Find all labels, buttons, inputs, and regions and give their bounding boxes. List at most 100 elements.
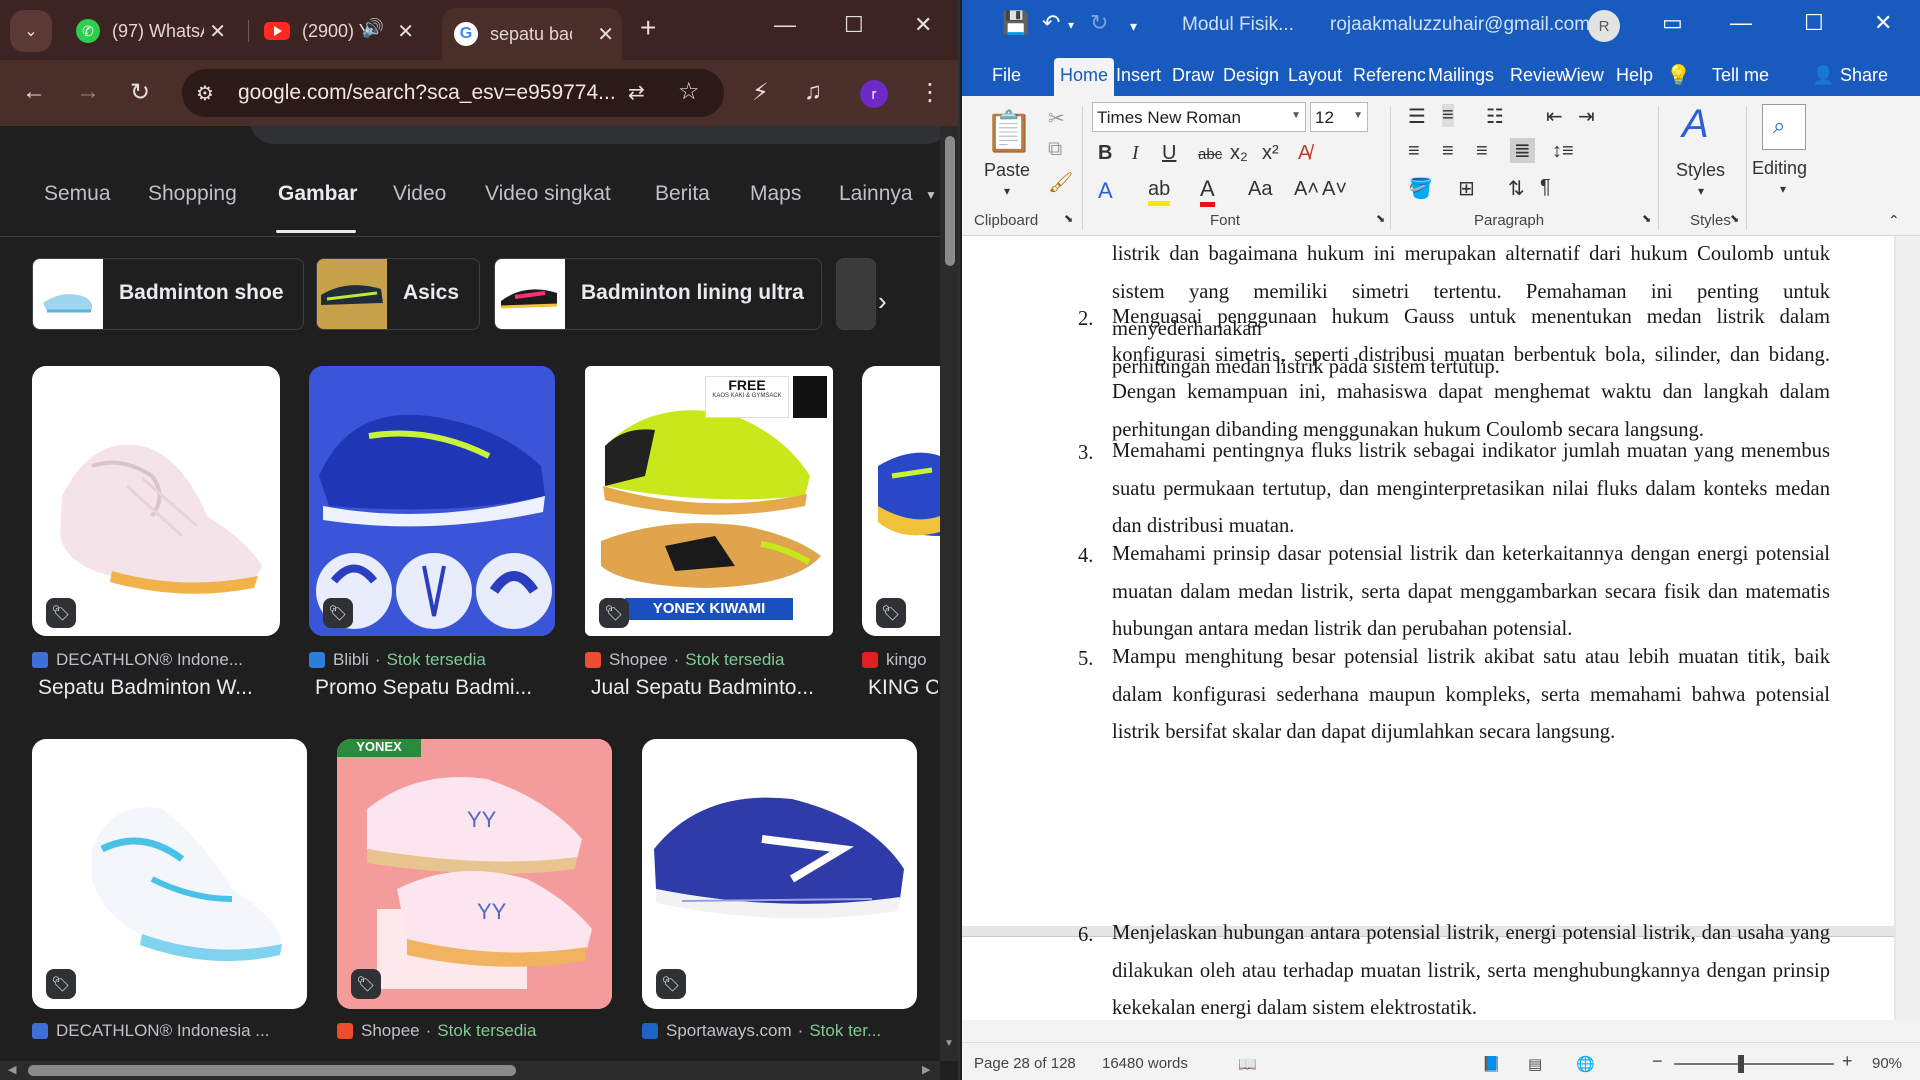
redo-icon[interactable]: ↻ [1090, 10, 1108, 36]
result-image[interactable] [309, 366, 555, 636]
zoom-out-button[interactable]: − [1652, 1051, 1663, 1072]
lightbulb-icon[interactable]: 💡 [1666, 63, 1691, 88]
scrollbar-thumb[interactable] [945, 136, 955, 266]
scroll-right-icon[interactable]: ▶ [922, 1063, 930, 1076]
zoom-level[interactable]: 90% [1872, 1055, 1902, 1072]
tab-mailings[interactable]: Mailings [1428, 65, 1494, 86]
search-nav-item[interactable]: Semua [44, 182, 111, 206]
chevron-right-icon[interactable]: › [878, 286, 887, 317]
scroll-left-icon[interactable]: ◀ [8, 1063, 16, 1076]
search-nav-item[interactable]: Lainnya [839, 182, 913, 206]
shading-icon[interactable]: 🪣 [1408, 176, 1433, 201]
list-item-text[interactable]: Menguasai penggunaan hukum Gauss untuk m… [1112, 299, 1830, 449]
performance-icon[interactable]: ⚡ [752, 78, 769, 107]
tab-review[interactable]: Review [1510, 65, 1569, 86]
multilevel-list-icon[interactable]: ☷ [1486, 104, 1504, 129]
editing-icon-box[interactable]: ⌕ [1762, 104, 1806, 150]
increase-indent-icon[interactable]: ⇥ [1578, 104, 1595, 129]
search-nav-item[interactable]: Maps [750, 182, 801, 206]
text-effects-icon[interactable]: A [1098, 178, 1113, 204]
font-color-icon[interactable]: A [1200, 176, 1215, 207]
collapse-ribbon-icon[interactable]: ⌃ [1888, 212, 1900, 229]
save-icon[interactable]: 💾 [1002, 10, 1029, 36]
search-nav-item[interactable]: Video [393, 182, 446, 206]
back-arrow-icon[interactable]: ← [22, 78, 46, 106]
tab-draw[interactable]: Draw [1172, 65, 1214, 86]
chevron-down-icon[interactable]: ▾ [1004, 184, 1010, 198]
document-page[interactable]: listrik dan bagaimana hukum ini merupaka… [962, 236, 1894, 926]
search-nav-item[interactable]: Video singkat [485, 182, 611, 206]
address-url[interactable]: google.com/search?sca_esv=e959774... [238, 81, 616, 105]
chevron-down-icon[interactable]: ▼ [1353, 110, 1363, 121]
reload-icon[interactable]: ↻ [130, 78, 150, 107]
superscript-icon[interactable]: x² [1262, 142, 1279, 165]
result-image[interactable] [32, 366, 280, 636]
related-chip[interactable]: Badminton shoe [32, 258, 304, 330]
result-image[interactable]: YY YY YONEX [337, 739, 612, 1009]
result-title[interactable]: KING C [868, 676, 938, 700]
grow-font-icon[interactable]: A˄ [1294, 178, 1319, 201]
result-image[interactable] [862, 366, 940, 636]
document-scrollbar[interactable] [1896, 236, 1920, 1020]
horizontal-scrollbar[interactable]: ◀ ▶ [0, 1061, 940, 1080]
result-image[interactable] [32, 739, 307, 1009]
scroll-down-icon[interactable]: ▼ [944, 1038, 954, 1049]
tab-help[interactable]: Help [1616, 65, 1653, 86]
maximize-button[interactable]: ☐ [1804, 10, 1824, 36]
tab-youtube[interactable]: (2900) YouTube 🔊 ✕ [252, 12, 422, 50]
result-source[interactable]: DECATHLON® Indonesia ... [32, 1021, 269, 1041]
minimize-button[interactable]: — [774, 12, 796, 38]
editing-button[interactable]: Editing [1752, 158, 1807, 179]
list-item-text[interactable]: Memahami prinsip dasar potensial listrik… [1112, 536, 1830, 649]
tab-search-button[interactable]: ⌄ [10, 10, 52, 52]
result-source[interactable]: Blibli · Stok tersedia [309, 650, 486, 670]
dialog-launcher-icon[interactable]: ⬊ [1730, 212, 1739, 225]
result-source[interactable]: kingo [862, 650, 927, 670]
maximize-button[interactable]: ☐ [844, 12, 864, 38]
tab-home[interactable]: Home [1054, 58, 1115, 96]
web-layout-icon[interactable]: 🌐 [1576, 1055, 1595, 1073]
chrome-menu-icon[interactable]: ⋮ [918, 78, 942, 107]
forward-arrow-icon[interactable]: → [76, 78, 100, 106]
tab-insert[interactable]: Insert [1116, 65, 1161, 86]
search-box[interactable] [250, 126, 940, 144]
align-left-icon[interactable]: ≡ [1408, 140, 1420, 163]
dialog-launcher-icon[interactable]: ⬊ [1642, 212, 1651, 225]
site-info-icon[interactable]: ⚙ [196, 81, 214, 106]
share-icon[interactable]: 👤 [1812, 65, 1834, 86]
account-email[interactable]: rojaakmaluzzuhair@gmail.com [1330, 14, 1590, 36]
zoom-in-button[interactable]: + [1842, 1051, 1853, 1072]
undo-dropdown-icon[interactable]: ▾ [1068, 18, 1074, 32]
tell-me-search[interactable]: Tell me [1712, 65, 1769, 86]
zoom-slider[interactable] [1674, 1063, 1834, 1065]
close-tab-icon[interactable]: ✕ [397, 19, 414, 44]
align-right-icon[interactable]: ≡ [1476, 140, 1488, 163]
decrease-indent-icon[interactable]: ⇤ [1546, 104, 1563, 129]
tab-references[interactable]: Referenc [1353, 65, 1425, 86]
justify-icon[interactable]: ≣ [1510, 138, 1535, 163]
tab-whatsapp[interactable]: ✆ (97) WhatsApp ✕ [64, 12, 234, 50]
result-source[interactable]: DECATHLON® Indone... [32, 650, 243, 670]
list-item-text[interactable]: Memahami pentingnya fluks listrik sebaga… [1112, 433, 1830, 546]
dialog-launcher-icon[interactable]: ⬊ [1376, 212, 1385, 225]
related-chip-partial[interactable] [836, 258, 876, 330]
page-count[interactable]: Page 28 of 128 [974, 1055, 1076, 1072]
document-title[interactable]: Modul Fisik... [1182, 14, 1294, 36]
close-window-button[interactable]: ✕ [914, 12, 932, 38]
address-bar[interactable]: ⚙ google.com/search?sca_esv=e959774... ⇄… [182, 69, 724, 117]
related-chip[interactable]: Badminton lining ultra [494, 258, 822, 330]
numbering-icon[interactable]: ≡ [1442, 104, 1454, 127]
underline-icon[interactable]: U [1162, 142, 1176, 165]
search-nav-item-active[interactable]: Gambar [278, 182, 357, 206]
account-avatar[interactable]: R [1588, 10, 1620, 42]
borders-icon[interactable]: ⊞ [1458, 176, 1475, 201]
result-image[interactable] [642, 739, 917, 1009]
cut-icon[interactable]: ✂ [1048, 106, 1065, 131]
result-title[interactable]: Sepatu Badminton W... [38, 676, 278, 700]
close-tab-icon[interactable]: ✕ [209, 19, 226, 44]
show-formatting-icon[interactable]: ¶ [1540, 176, 1551, 199]
result-source[interactable]: Sportaways.com · Stok ter... [642, 1021, 881, 1041]
proofing-icon[interactable]: 📖 [1238, 1055, 1257, 1073]
tab-view[interactable]: View [1565, 65, 1604, 86]
font-size-field[interactable]: 12 ▼ [1310, 102, 1368, 132]
